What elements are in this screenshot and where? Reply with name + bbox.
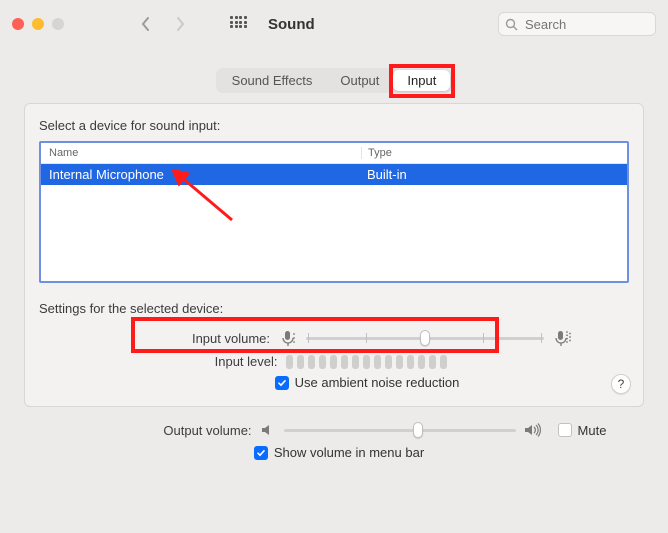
tab-output[interactable]: Output	[326, 70, 393, 91]
window-controls	[12, 18, 64, 30]
window-title: Sound	[268, 16, 315, 33]
column-type: Type	[361, 147, 619, 159]
show-volume-menubar-checkbox[interactable]: Show volume in menu bar	[254, 445, 424, 460]
output-volume-slider[interactable]	[284, 421, 516, 439]
select-device-label: Select a device for sound input:	[39, 118, 629, 133]
checkbox-icon	[254, 446, 268, 460]
column-name: Name	[49, 147, 361, 159]
ambient-noise-row: Use ambient noise reduction	[39, 375, 629, 390]
minimize-window-button[interactable]	[32, 18, 44, 30]
input-volume-label: Input volume:	[96, 331, 270, 346]
input-level-label: Input level:	[104, 354, 278, 369]
forward-button[interactable]	[168, 12, 192, 36]
tabs-row: Sound Effects Output Input	[0, 48, 668, 103]
device-list[interactable]: Name Type Internal Microphone Built-in	[39, 141, 629, 283]
ambient-noise-label: Use ambient noise reduction	[295, 375, 460, 390]
checkbox-icon	[558, 423, 572, 437]
mic-high-icon	[552, 328, 572, 348]
input-volume-slider[interactable]	[306, 329, 544, 347]
view-tabs: Sound Effects Output Input	[216, 68, 453, 93]
output-volume-label: Output volume:	[62, 423, 252, 438]
mic-low-icon	[278, 328, 298, 348]
back-button[interactable]	[134, 12, 158, 36]
mute-label: Mute	[578, 423, 607, 438]
input-level-meter	[286, 355, 447, 369]
search-field[interactable]	[498, 12, 656, 36]
speaker-high-icon	[524, 422, 544, 438]
mute-checkbox[interactable]: Mute	[558, 423, 607, 438]
show-menu-row: Show volume in menu bar	[24, 445, 644, 460]
input-volume-row: Input volume:	[39, 328, 629, 348]
ambient-noise-checkbox[interactable]: Use ambient noise reduction	[275, 375, 460, 390]
settings-label: Settings for the selected device:	[39, 301, 629, 316]
device-row-selected[interactable]: Internal Microphone Built-in	[41, 164, 627, 185]
input-panel: Select a device for sound input: Name Ty…	[24, 103, 644, 407]
speaker-low-icon	[260, 422, 276, 438]
tab-sound-effects[interactable]: Sound Effects	[218, 70, 327, 91]
checkbox-icon	[275, 376, 289, 390]
grid-icon	[230, 16, 246, 32]
close-window-button[interactable]	[12, 18, 24, 30]
footer-section: Output volume: Mute Show volume in menu …	[24, 421, 644, 460]
show-all-button[interactable]	[226, 12, 250, 36]
help-button[interactable]: ?	[611, 374, 631, 394]
input-level-row: Input level:	[39, 354, 629, 369]
search-icon	[505, 18, 518, 31]
device-type: Built-in	[361, 167, 619, 182]
show-menu-label: Show volume in menu bar	[274, 445, 424, 460]
titlebar: Sound	[0, 0, 668, 48]
zoom-window-button[interactable]	[52, 18, 64, 30]
search-input[interactable]	[523, 16, 649, 33]
output-volume-row: Output volume: Mute	[24, 421, 644, 439]
device-name: Internal Microphone	[49, 167, 361, 182]
tab-input[interactable]: Input	[393, 70, 450, 91]
device-list-header: Name Type	[41, 143, 627, 164]
